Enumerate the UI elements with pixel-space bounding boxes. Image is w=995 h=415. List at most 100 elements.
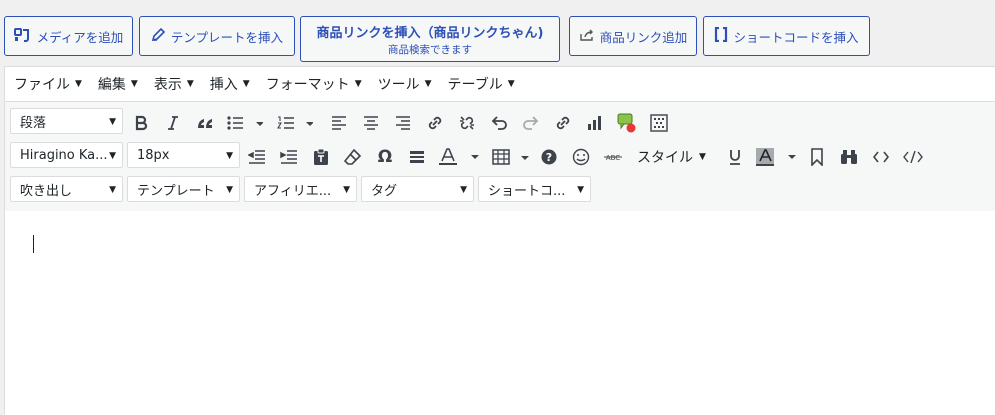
caret-down-icon: ▼ (109, 185, 116, 195)
bullet-list-button[interactable] (223, 110, 267, 136)
menu-format-label: フォーマット (265, 77, 350, 93)
menu-table-label: テーブル (447, 77, 503, 93)
undo-icon[interactable] (485, 110, 513, 136)
underline-icon[interactable] (721, 144, 749, 170)
caret-down-icon: ▼ (109, 117, 116, 127)
add-product-link-label: 商品リンク追加 (599, 29, 688, 45)
caret-down-icon: ▼ (226, 151, 233, 161)
outdent-icon[interactable] (243, 144, 271, 170)
background-color-icon[interactable] (751, 144, 799, 170)
shortcode-select[interactable]: ショートコ... ▼ (478, 176, 591, 202)
toolbar-row-3: 吹き出し ▼ テンプレート ▼ アフィリエ... ▼ タグ ▼ ショートコ... ▼ (5, 176, 995, 206)
speech-balloon-icon[interactable] (613, 110, 641, 136)
caret-down-icon: ▼ (577, 185, 584, 195)
caret-down-icon: ▼ (343, 185, 350, 195)
menu-edit-label: 編集 (97, 77, 126, 93)
balloon-select[interactable]: 吹き出し ▼ (10, 176, 123, 202)
bold-button[interactable] (127, 110, 155, 136)
grid-pattern-icon[interactable] (645, 110, 673, 136)
caret-down-icon: ▼ (109, 151, 116, 161)
svg-text:ABC: ABC (606, 154, 620, 162)
media-icon (13, 27, 32, 46)
editor-content-area[interactable] (5, 211, 995, 415)
caret-down-icon: ▼ (354, 79, 362, 89)
caret-down-icon: ▼ (460, 185, 467, 195)
align-left-button[interactable] (325, 110, 353, 136)
binoculars-icon[interactable] (835, 144, 863, 170)
caret-down-icon: ▼ (507, 79, 515, 89)
strikethrough-icon[interactable]: ABC (599, 144, 627, 170)
tag-select-value: タグ (371, 183, 398, 199)
brackets-icon (714, 26, 728, 45)
indent-icon[interactable] (275, 144, 303, 170)
insert-template-button[interactable]: テンプレートを挿入 (139, 16, 295, 56)
help-icon[interactable]: ? (535, 144, 563, 170)
insert-product-link-sublabel: 商品検索できます (388, 43, 472, 56)
caret-down-icon: ▼ (699, 152, 706, 162)
caret-down-icon: ▼ (130, 79, 138, 89)
tag-select[interactable]: タグ ▼ (361, 176, 474, 202)
add-media-button[interactable]: メディアを追加 (4, 16, 133, 56)
eraser-icon[interactable] (339, 144, 367, 170)
italic-button[interactable] (159, 110, 187, 136)
balloon-select-value: 吹き出し (20, 183, 73, 199)
add-product-link-button[interactable]: 商品リンク追加 (569, 16, 697, 56)
font-size-select[interactable]: 18px ▼ (127, 142, 240, 168)
link-icon[interactable] (421, 110, 449, 136)
bookmark-icon[interactable] (803, 144, 831, 170)
numbered-list-button[interactable] (273, 110, 317, 136)
caret-down-icon: ▼ (75, 79, 82, 89)
editor-toolbars: 段落 ▼ Hiragino Ka... ▼ 18px ▼ Ω ? ABC スタイ… (5, 102, 995, 212)
menu-file-label: ファイル (14, 77, 70, 93)
source-code-icon[interactable] (899, 144, 927, 170)
insert-product-link-button[interactable]: 商品リンクを挿入（商品リンクちゃん) 商品検索できます (300, 16, 560, 62)
emoticon-icon[interactable] (567, 144, 595, 170)
font-family-select[interactable]: Hiragino Ka... ▼ (10, 142, 123, 168)
media-buttons-bar: メディアを追加 テンプレートを挿入 商品リンクを挿入（商品リンクちゃん) 商品検… (0, 0, 995, 66)
insert-shortcode-button[interactable]: ショートコードを挿入 (703, 16, 870, 56)
insert-template-label: テンプレートを挿入 (170, 29, 284, 45)
align-right-button[interactable] (389, 110, 417, 136)
caret-down-icon: ▼ (242, 79, 250, 89)
menu-insert-label: 挿入 (209, 77, 238, 93)
affiliate-select-value: アフィリエ... (254, 183, 332, 199)
toolbar-row-1: 段落 ▼ (5, 108, 995, 138)
insert-product-link-label: 商品リンクを挿入（商品リンクちゃん) (316, 25, 544, 41)
redo-icon[interactable] (517, 110, 545, 136)
code-icon[interactable] (867, 144, 895, 170)
menu-file[interactable]: ファイル ▼ (14, 74, 82, 94)
text-cursor (33, 235, 34, 253)
style-dropdown-label: スタイル (637, 150, 693, 166)
caret-down-icon: ▼ (226, 185, 233, 195)
align-center-button[interactable] (357, 110, 385, 136)
text-color-icon[interactable] (435, 144, 483, 170)
font-family-value: Hiragino Ka... (20, 147, 108, 163)
pencil-icon (151, 27, 166, 45)
editor-menubar: ファイル ▼ 編集 ▼ 表示 ▼ 挿入 ▼ フォーマット ▼ ツール ▼ テーブル ▼ (5, 67, 995, 102)
style-dropdown[interactable]: スタイル ▼ (637, 144, 706, 170)
table-icon[interactable] (489, 144, 533, 170)
font-size-value: 18px (137, 147, 170, 163)
menu-format[interactable]: フォーマット ▼ (266, 74, 362, 94)
menu-table[interactable]: テーブル ▼ (448, 74, 515, 94)
add-media-label: メディアを追加 (36, 29, 124, 45)
format-select[interactable]: 段落 ▼ (10, 108, 123, 134)
shortcode-select-value: ショートコ... (488, 183, 566, 199)
template-select-value: テンプレート (137, 183, 215, 199)
affiliate-select[interactable]: アフィリエ... ▼ (244, 176, 357, 202)
paste-text-icon[interactable] (307, 144, 335, 170)
horizontal-rule-icon[interactable] (403, 144, 431, 170)
menu-insert[interactable]: 挿入 ▼ (210, 74, 250, 94)
omega-icon[interactable]: Ω (371, 144, 399, 170)
menu-edit[interactable]: 編集 ▼ (98, 74, 138, 94)
bar-chart-icon[interactable] (581, 110, 609, 136)
menu-view[interactable]: 表示 ▼ (154, 74, 194, 94)
menu-tools-label: ツール (377, 77, 420, 93)
svg-text:?: ? (546, 151, 552, 164)
insert-shortcode-label: ショートコードを挿入 (733, 29, 859, 45)
insert-link-icon[interactable] (549, 110, 577, 136)
template-select[interactable]: テンプレート ▼ (127, 176, 240, 202)
unlink-icon[interactable] (453, 110, 481, 136)
blockquote-button[interactable] (191, 110, 219, 136)
menu-tools[interactable]: ツール ▼ (378, 74, 432, 94)
